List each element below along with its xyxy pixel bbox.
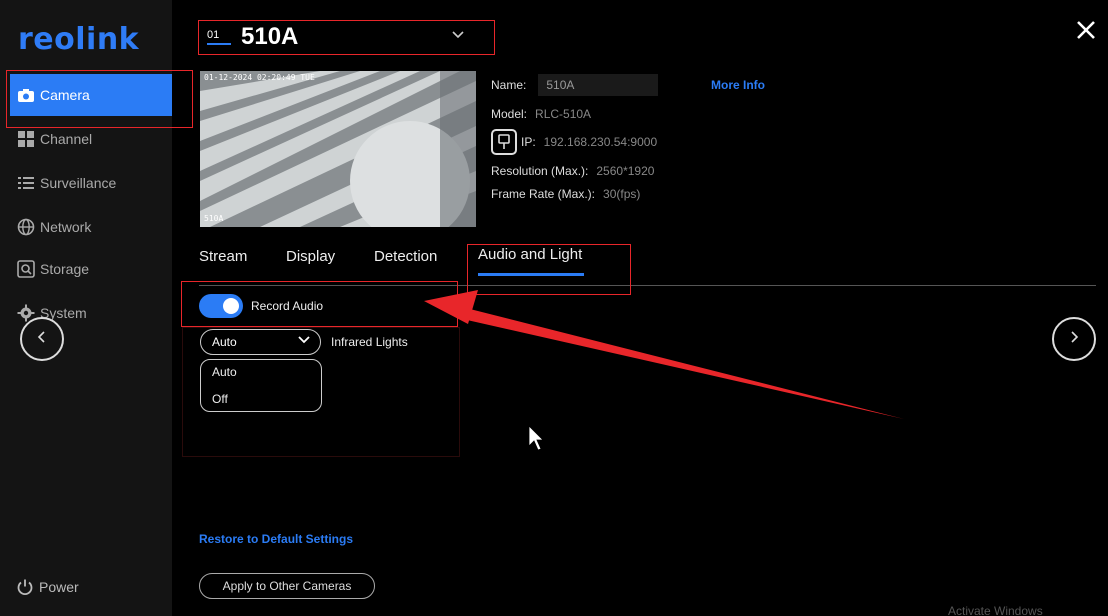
chevron-right-icon [1068, 330, 1080, 349]
toggle-knob [223, 298, 239, 314]
name-key: Name: [491, 78, 527, 92]
more-info-link[interactable]: More Info [711, 78, 765, 92]
sidebar-item-label: Camera [40, 87, 90, 103]
restore-defaults-link[interactable]: Restore to Default Settings [199, 532, 353, 546]
prev-camera-button[interactable] [20, 317, 64, 361]
infrared-lights-label: Infrared Lights [331, 335, 408, 349]
settings-tabs: Stream Display Detection Audio and Light [199, 246, 1096, 286]
storage-icon [16, 259, 36, 279]
annotation-arrow-head [424, 290, 478, 324]
close-icon [1075, 16, 1097, 47]
framerate-value: 30(fps) [603, 187, 641, 201]
sidebar-item-network[interactable]: Network [10, 206, 172, 248]
preview-image [200, 71, 476, 227]
model-value: RLC-510A [535, 107, 592, 121]
sidebar-item-label: Surveillance [40, 175, 117, 191]
model-key: Model: [491, 107, 528, 121]
sidebar-item-storage[interactable]: Storage [10, 248, 172, 290]
apply-to-other-cameras-button[interactable]: Apply to Other Cameras [199, 573, 375, 599]
info-ip-row: IP: 192.168.230.54:9000 [491, 129, 657, 155]
globe-icon [16, 217, 36, 237]
sidebar: reolink Camera Channel Surveillance Netw… [0, 0, 172, 616]
resolution-value: 2560*1920 [596, 164, 655, 178]
annotation-arrow-shaft [462, 307, 904, 419]
record-audio-label: Record Audio [251, 299, 324, 313]
next-camera-button[interactable] [1052, 317, 1096, 361]
chevron-left-icon [36, 330, 48, 349]
camera-name: 510A [241, 23, 299, 50]
sidebar-item-channel[interactable]: Channel [10, 118, 172, 160]
info-resolution-row: Resolution (Max.): 2560*1920 [491, 164, 654, 178]
power-button[interactable]: Power [16, 578, 79, 596]
record-audio-toggle[interactable] [199, 294, 243, 318]
preview-timestamp: 01-12-2024 02:20:49 TUE [204, 73, 315, 82]
tab-stream[interactable]: Stream [199, 248, 247, 278]
camera-selector[interactable]: 01 510A [200, 20, 494, 54]
network-port-icon [491, 129, 517, 155]
grid-icon [16, 129, 36, 149]
infrared-selected-value: Auto [212, 335, 237, 349]
sidebar-item-surveillance[interactable]: Surveillance [10, 162, 172, 204]
tab-audio-and-light[interactable]: Audio and Light [478, 246, 585, 276]
chevron-down-icon [452, 26, 464, 42]
power-icon [16, 578, 34, 596]
power-label: Power [39, 579, 79, 595]
tab-display[interactable]: Display [286, 248, 335, 278]
resolution-key: Resolution (Max.): [491, 164, 589, 178]
info-framerate-row: Frame Rate (Max.): 30(fps) [491, 187, 640, 201]
reolink-logo: reolink [18, 22, 140, 57]
preview-camera-label: 510A [204, 214, 224, 223]
sidebar-item-camera[interactable]: Camera [10, 74, 172, 116]
camera-icon [16, 85, 36, 105]
ip-value: 192.168.230.54:9000 [543, 135, 658, 149]
camera-preview: 01-12-2024 02:20:49 TUE 510A [200, 71, 476, 227]
windows-activation-watermark: Activate Windows [948, 604, 1043, 616]
chevron-down-icon [298, 333, 310, 347]
infrared-lights-select[interactable]: Auto [200, 329, 321, 355]
infrared-options-list: Auto Off [200, 359, 322, 412]
option-off[interactable]: Off [212, 392, 228, 406]
option-auto[interactable]: Auto [212, 365, 237, 379]
close-button[interactable] [1072, 18, 1100, 46]
sidebar-item-label: Network [40, 219, 92, 235]
info-model-row: Model: RLC-510A [491, 107, 591, 121]
ip-key: IP: [521, 135, 536, 149]
mouse-cursor-icon [528, 425, 544, 451]
info-name-row: Name: 510A [491, 74, 659, 96]
name-field[interactable]: 510A [538, 74, 659, 96]
tab-detection[interactable]: Detection [374, 248, 437, 278]
sidebar-item-label: Channel [40, 131, 93, 147]
channel-number: 01 [207, 29, 231, 45]
framerate-key: Frame Rate (Max.): [491, 187, 596, 201]
list-icon [16, 173, 36, 193]
sidebar-item-label: Storage [40, 261, 90, 277]
